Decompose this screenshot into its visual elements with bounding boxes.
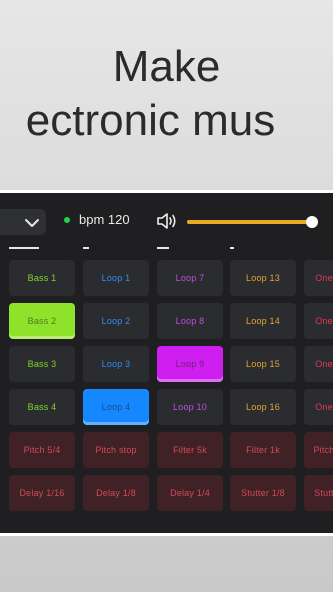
loop-pad[interactable]: Loop 8 xyxy=(157,303,223,339)
loop-pad[interactable]: Loop 3 xyxy=(83,346,149,382)
pad-label: Loop 13 xyxy=(246,273,280,283)
pad-label: Loop 7 xyxy=(175,273,205,283)
effect-pad[interactable]: Delay 1/4 xyxy=(157,475,223,511)
column-indicator-3 xyxy=(157,247,169,249)
pad-label: Stutt xyxy=(314,488,333,498)
effect-pad[interactable]: Filter 5k xyxy=(157,432,223,468)
volume-slider[interactable] xyxy=(187,216,319,228)
app-screenshot-frame: bpm 120 Bass 1 Loop 1 Loop 7 Loop 13 One Bass… xyxy=(0,190,333,536)
pad-label: One xyxy=(315,402,333,412)
loop-pad[interactable]: Loop 16 xyxy=(230,389,296,425)
pad-label: Loop 16 xyxy=(246,402,280,412)
loop-pad[interactable]: Loop 7 xyxy=(157,260,223,296)
loop-pad[interactable]: Loop 14 xyxy=(230,303,296,339)
pad-label: One xyxy=(315,316,333,326)
pad-label: Filter 5k xyxy=(173,445,207,455)
pad-label: One xyxy=(315,273,333,283)
loop-pad[interactable]: One xyxy=(304,260,333,296)
pad-label: Stutter 1/8 xyxy=(241,488,285,498)
headline-line-1: Make xyxy=(112,42,221,91)
loop-pad[interactable]: Loop 4 xyxy=(83,389,149,425)
pad-label: Loop 15 xyxy=(246,359,280,369)
effect-pad[interactable]: Pitch 5/4 xyxy=(9,432,75,468)
pad-label: Loop 4 xyxy=(101,402,131,412)
loop-pad[interactable]: Loop 2 xyxy=(83,303,149,339)
pad-label: One xyxy=(315,359,333,369)
pad-label: Bass 3 xyxy=(27,359,57,369)
pad-label: Bass 2 xyxy=(27,316,57,326)
loop-pad[interactable]: Bass 2 xyxy=(9,303,75,339)
pad-label: Bass 4 xyxy=(27,402,57,412)
volume-fill xyxy=(187,220,313,224)
effect-pad[interactable]: Filter 1k xyxy=(230,432,296,468)
pad-label: Loop 10 xyxy=(173,402,207,412)
pad-label: Pitch xyxy=(313,445,333,455)
pad-label: Pitch 5/4 xyxy=(23,445,61,455)
pad-label: Delay 1/16 xyxy=(19,488,65,498)
column-indicator-1 xyxy=(9,247,39,249)
loop-pad[interactable]: Bass 4 xyxy=(9,389,75,425)
bpm-label[interactable]: bpm 120 xyxy=(79,213,130,227)
volume-knob[interactable] xyxy=(306,216,319,228)
loop-pad[interactable]: Loop 9 xyxy=(157,346,223,382)
effect-pad[interactable]: Stutter 1/8 xyxy=(230,475,296,511)
pad-label: Loop 3 xyxy=(101,359,131,369)
effect-pad[interactable]: Delay 1/16 xyxy=(9,475,75,511)
speaker-icon[interactable] xyxy=(156,211,180,236)
column-indicator-2 xyxy=(83,247,89,249)
pad-label: Loop 9 xyxy=(175,359,205,369)
loop-pad[interactable]: Loop 15 xyxy=(230,346,296,382)
pad-label: Filter 1k xyxy=(246,445,280,455)
loop-pad[interactable]: One xyxy=(304,303,333,339)
loop-pad[interactable]: Bass 3 xyxy=(9,346,75,382)
loop-pad[interactable]: Loop 13 xyxy=(230,260,296,296)
loop-pad[interactable]: Loop 1 xyxy=(83,260,149,296)
pad-label: Loop 2 xyxy=(101,316,131,326)
effect-pad[interactable]: Stutt xyxy=(304,475,333,511)
headline-line-2: ectronic mus xyxy=(25,96,276,145)
loop-pad[interactable]: Loop 10 xyxy=(157,389,223,425)
loop-pad[interactable]: One xyxy=(304,346,333,382)
loop-pad[interactable]: One xyxy=(304,389,333,425)
pad-label: Pitch stop xyxy=(95,445,137,455)
status-led xyxy=(64,217,70,223)
pad-label: Delay 1/8 xyxy=(96,488,136,498)
effect-pad[interactable]: Pitch stop xyxy=(83,432,149,468)
headline: Make ectronic mus xyxy=(0,40,333,148)
launchpad-panel: bpm 120 Bass 1 Loop 1 Loop 7 Loop 13 One Bass… xyxy=(0,193,333,533)
pad-label: Loop 8 xyxy=(175,316,205,326)
pad-label: Bass 1 xyxy=(27,273,57,283)
effect-pad[interactable]: Delay 1/8 xyxy=(83,475,149,511)
pad-label: Loop 1 xyxy=(101,273,131,283)
chevron-down-icon xyxy=(24,216,40,234)
toolbar: bpm 120 xyxy=(0,193,333,236)
pad-label: Loop 14 xyxy=(246,316,280,326)
preset-dropdown[interactable] xyxy=(0,209,46,235)
loop-pad[interactable]: Bass 1 xyxy=(9,260,75,296)
pad-label: Delay 1/4 xyxy=(170,488,210,498)
effect-pad[interactable]: Pitch xyxy=(304,432,333,468)
column-indicator-4 xyxy=(230,247,234,249)
